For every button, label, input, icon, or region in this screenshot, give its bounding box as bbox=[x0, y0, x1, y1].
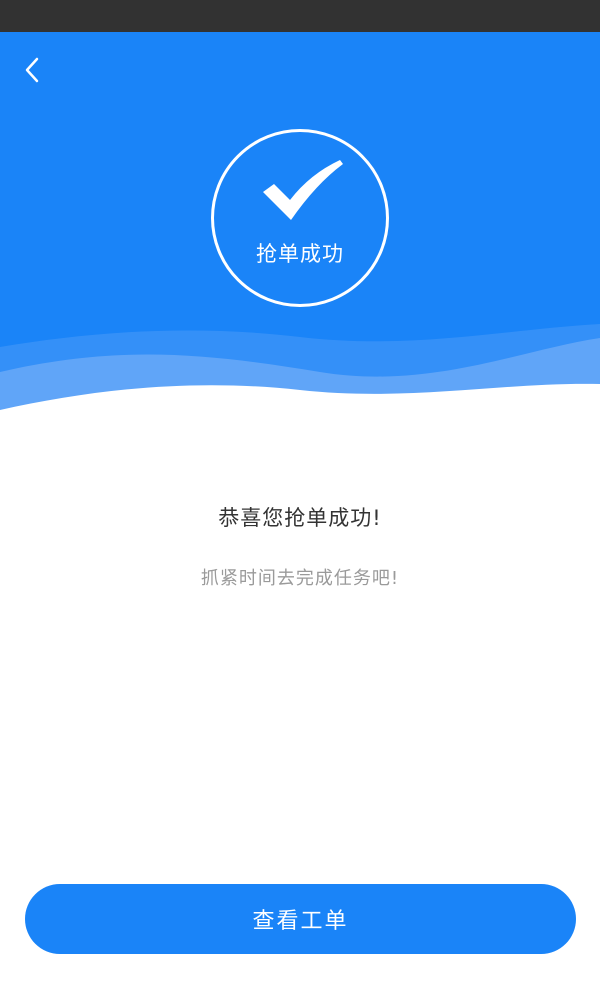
back-button[interactable] bbox=[14, 52, 50, 88]
success-header: 抢单成功 bbox=[0, 32, 600, 432]
success-badge: 抢单成功 bbox=[211, 129, 389, 307]
success-title: 恭喜您抢单成功! bbox=[218, 506, 382, 530]
success-badge-label: 抢单成功 bbox=[256, 242, 344, 266]
order-success-page: 抢单成功 恭喜您抢单成功! 抓紧时间去完成任务吧! 查看工单 bbox=[0, 0, 600, 1000]
checkmark-icon bbox=[263, 160, 343, 220]
status-bar bbox=[0, 0, 600, 32]
chevron-left-icon bbox=[25, 57, 39, 83]
success-subtitle: 抓紧时间去完成任务吧! bbox=[200, 568, 400, 589]
view-order-button[interactable]: 查看工单 bbox=[25, 884, 576, 954]
